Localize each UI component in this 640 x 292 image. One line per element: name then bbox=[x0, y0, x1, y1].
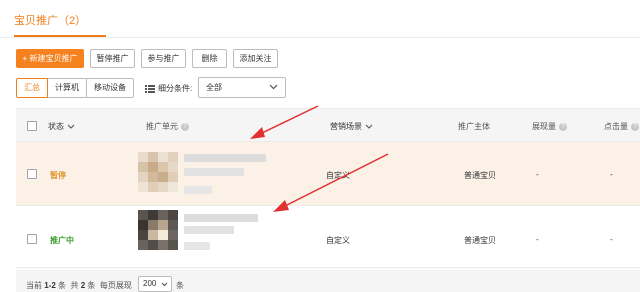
annotation-arrow bbox=[250, 105, 319, 139]
annotation-arrow bbox=[273, 153, 389, 212]
annotation-arrows bbox=[250, 105, 389, 212]
device-filter-summary[interactable]: 汇总 bbox=[16, 78, 48, 98]
